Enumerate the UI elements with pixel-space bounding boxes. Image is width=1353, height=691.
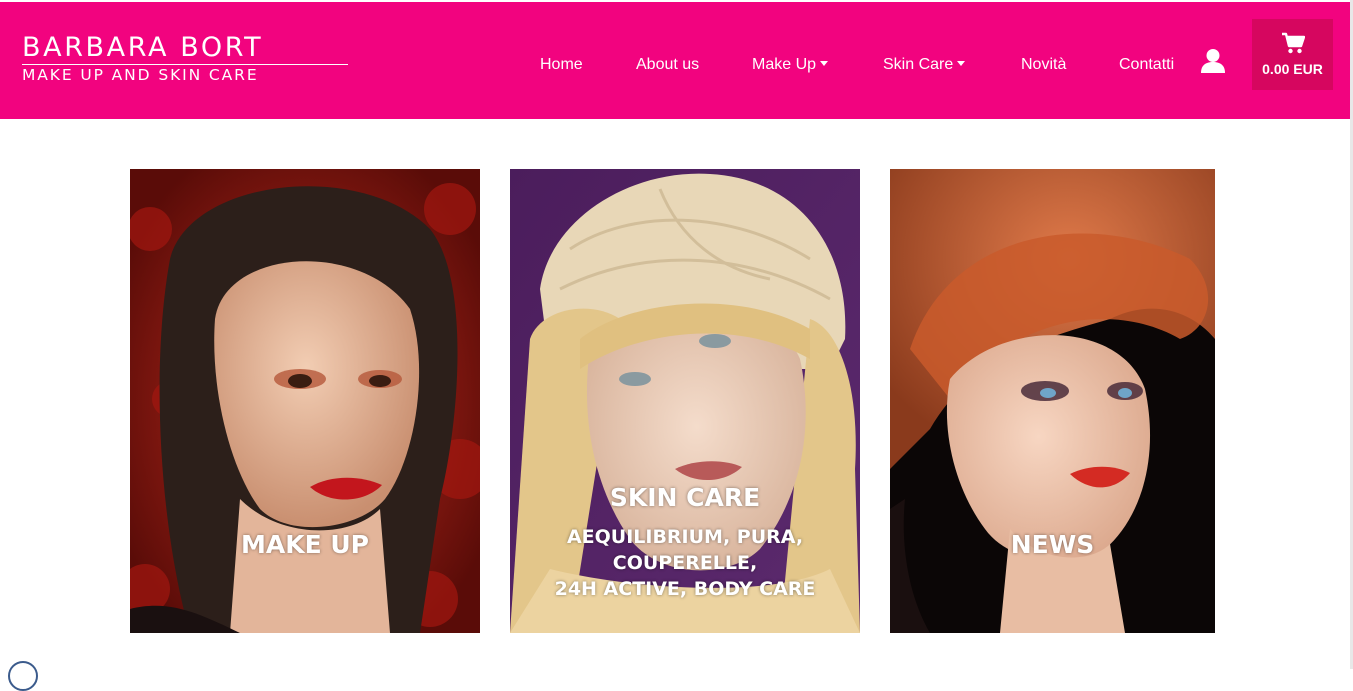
site-header: BARBARA BORT MAKE UP AND SKIN CARE Home … — [0, 2, 1350, 119]
tile-news[interactable]: NEWS — [890, 169, 1215, 633]
nav-novita[interactable]: Novità — [1021, 56, 1066, 74]
nav-skin-care[interactable]: Skin Care — [883, 56, 966, 74]
skin-care-line: 24H ACTIVE, BODY CARE — [554, 578, 816, 600]
brand-name: BARBARA BORT — [22, 32, 264, 63]
skin-care-line: AEQUILIBRIUM, PURA, — [566, 526, 804, 548]
skin-care-line: COUPERELLE, — [612, 552, 758, 574]
nav-about-us[interactable]: About us — [636, 56, 699, 74]
tile-make-up-title: MAKE UP — [240, 530, 369, 559]
cart-button[interactable]: 0.00 EUR — [1252, 19, 1333, 90]
user-icon[interactable] — [1200, 48, 1226, 74]
nav-make-up-label: Make Up — [752, 56, 817, 73]
chevron-down-icon — [957, 61, 966, 66]
tile-make-up[interactable]: MAKE UP — [130, 169, 480, 633]
nav-contatti[interactable]: Contatti — [1119, 56, 1174, 74]
make-up-photo — [130, 169, 480, 633]
brand-tagline: MAKE UP AND SKIN CARE — [22, 66, 259, 84]
tile-skin-care[interactable]: SKIN CARE AEQUILIBRIUM, PURA, COUPERELLE… — [510, 169, 860, 633]
brand-logo[interactable]: BARBARA BORT MAKE UP AND SKIN CARE — [22, 34, 352, 84]
news-photo — [890, 169, 1215, 633]
nav-home[interactable]: Home — [540, 56, 583, 74]
tile-skin-care-title: SKIN CARE — [609, 483, 761, 512]
nav-make-up[interactable]: Make Up — [752, 56, 829, 74]
logo-divider — [22, 64, 348, 65]
tile-skin-care-subtitle: AEQUILIBRIUM, PURA, COUPERELLE, 24H ACTI… — [510, 524, 860, 602]
nav-skin-care-label: Skin Care — [883, 56, 954, 73]
chat-widget-icon[interactable] — [8, 661, 38, 691]
chevron-down-icon — [820, 61, 829, 66]
tile-news-title: NEWS — [1010, 530, 1095, 559]
cart-total: 0.00 EUR — [1262, 61, 1323, 77]
shopping-cart-icon — [1282, 32, 1305, 54]
